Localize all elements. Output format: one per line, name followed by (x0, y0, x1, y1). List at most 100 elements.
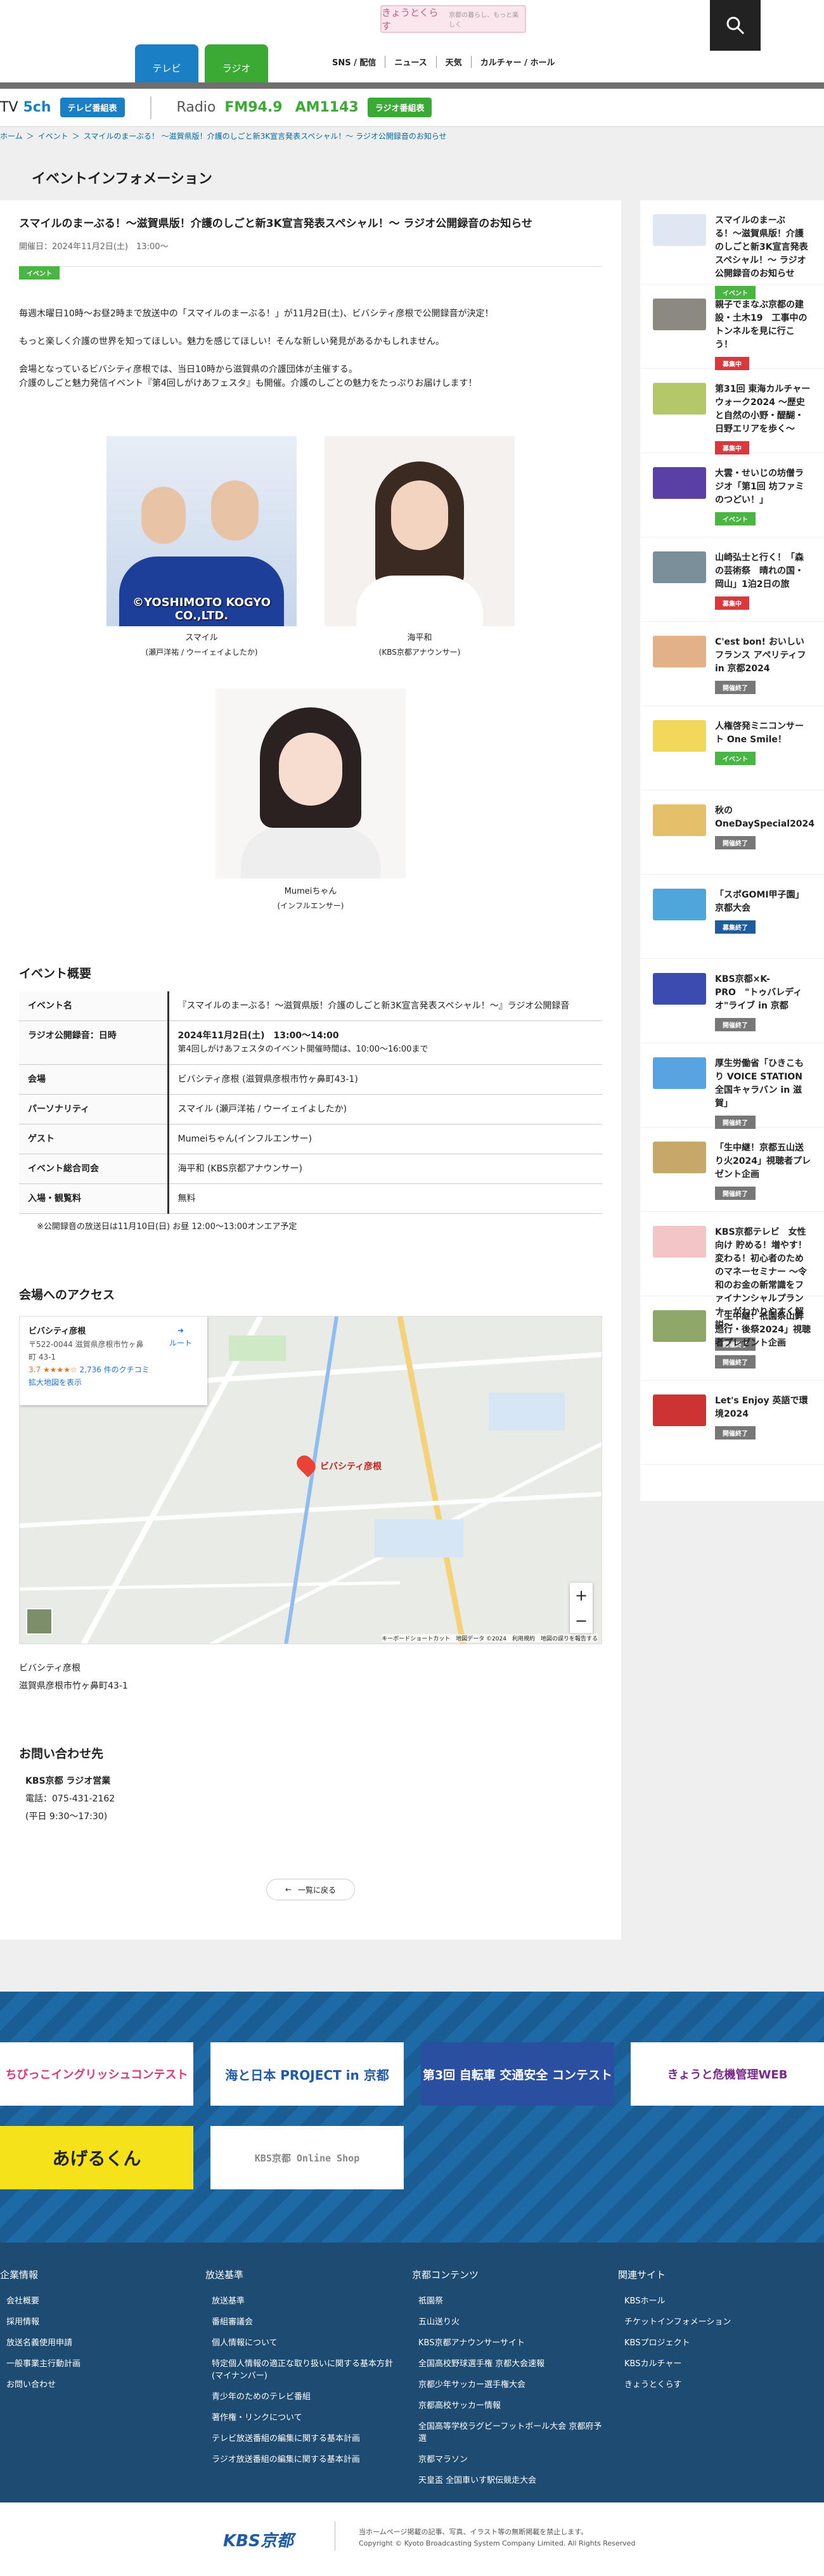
event-thumbnail (653, 299, 706, 330)
table-key: ラジオ公開録音：日時 (19, 1021, 169, 1065)
main-content: スマイルのまーぶる！〜滋賀県版！介護のしごと新3K宣言発表スペシャル！〜 ラジオ… (0, 200, 621, 1940)
sidebar-event-item[interactable]: Let's Enjoy 英語で環境2024 開催終了 (640, 1381, 824, 1465)
sidebar-event-item[interactable]: KBS京都テレビ 女性向け 貯める！増やす！変わる！初心者のためのマネーセミナー… (640, 1212, 824, 1351)
event-thumbnail (653, 1057, 706, 1089)
tab-radio[interactable]: ラジオ (205, 44, 268, 84)
map-address: 〒522-0044 滋賀県彦根市竹ヶ鼻町 43-1 (29, 1340, 144, 1362)
nav-news[interactable]: ニュース (385, 56, 435, 68)
nav-weather[interactable]: 天気 (435, 56, 471, 68)
nav-culture[interactable]: カルチャー / ホール (470, 56, 564, 68)
breadcrumb-current[interactable]: スマイルのまーぶる！ 〜滋賀県版！介護のしごと新3K宣言発表スペシャル！〜 ラジ… (84, 132, 447, 141)
footer-link[interactable]: 祇園祭 (418, 2294, 602, 2306)
footer-link[interactable]: お問い合わせ (6, 2378, 190, 2390)
map-layer-toggle[interactable] (26, 1608, 53, 1635)
banner-label: あげるくん (52, 2148, 141, 2169)
sidebar-event-item[interactable]: スマイルのまーぶる！〜滋賀県版！介護のしごと新3K宣言発表スペシャル！〜 ラジオ… (640, 200, 824, 299)
breadcrumb: ホーム＞イベント＞スマイルのまーぶる！ 〜滋賀県版！介護のしごと新3K宣言発表ス… (0, 131, 451, 141)
back-to-list-button[interactable]: ← 一覧に戻る (266, 1879, 355, 1900)
sidebar-event-item[interactable]: 人権啓発ミニコンサート One Smile！ イベント (640, 706, 824, 790)
footer-link[interactable]: KBSカルチャー (624, 2357, 808, 2369)
map-expand-link[interactable]: 拡大地図を表示 (29, 1376, 198, 1389)
banner-bike-safety[interactable]: 第3回 自転車 交通安全 コンテスト (421, 2042, 614, 2106)
article-date: 開催日：2024年11月2日(土) 13:00〜 (19, 242, 169, 252)
person-role: (インフルエンサー) (277, 901, 344, 910)
nav-sns[interactable]: SNS / 配信 (323, 56, 385, 68)
map-attribution: キーボードショートカット 地図データ ©2024 利用規約 地図の誤りを報告する (382, 1634, 598, 1642)
fm-frequency: FM94.9 (224, 100, 283, 115)
sidebar-event-item[interactable]: 「生中継！京都五山送り火2024」視聴者プレゼント企画 開催終了 (640, 1128, 824, 1212)
map-route-button[interactable]: ➜ ルート (169, 1324, 192, 1349)
access-heading: 会場へのアクセス (19, 1288, 115, 1302)
event-title: 「生中継！京都五山送り火2024」視聴者プレゼント企画 (715, 1143, 811, 1180)
footer-link[interactable]: 会社概要 (6, 2294, 190, 2306)
banner-online-shop[interactable]: KBS京都 Online Shop (210, 2126, 404, 2189)
top-nav: SNS / 配信 ニュース 天気 カルチャー / ホール (323, 56, 563, 68)
footer-link[interactable]: ラジオ放送番組の編集に関する基本計画 (212, 2452, 396, 2464)
radio-label: Radio (176, 100, 216, 115)
sidebar-event-item[interactable]: 大雲・せいじの坊僧ラジオ「第1回 坊ファミのつどい！」 イベント (640, 453, 824, 538)
tab-tv[interactable]: テレビ (135, 44, 198, 84)
footer-logo[interactable]: KBS京都 (223, 2528, 293, 2551)
footer-link[interactable]: 京都高校サッカー情報 (418, 2399, 602, 2411)
overview-table: イベント名 『スマイルのまーぶる！〜滋賀県版！介護のしごと新3K宣言発表スペシャル… (19, 991, 602, 1214)
footer-link[interactable]: 放送基準 (212, 2294, 396, 2306)
banner-agerukun[interactable]: あげるくん (0, 2126, 193, 2189)
banner-crisis-web[interactable]: きょうと危機管理WEB (631, 2042, 824, 2106)
contact-heading: お問い合わせ先 (19, 1747, 104, 1761)
map-zoom-controls[interactable]: + − (570, 1583, 593, 1633)
footer-link[interactable]: きょうとくらす (624, 2378, 808, 2390)
tv-guide-button[interactable]: テレビ番組表 (60, 98, 125, 117)
breadcrumb-home[interactable]: ホーム (0, 132, 23, 141)
sidebar-event-item[interactable]: 秋の OneDaySpecial2024 開催終了 (640, 790, 824, 875)
table-value: 2024年11月2日(土) 13:00〜14:00 (177, 1031, 339, 1041)
sidebar-event-item[interactable]: KBS京都×K-PRO "トゥバレディオ"ライブ in 京都 開催終了 (640, 959, 824, 1043)
banner-label: 海と日本 PROJECT in 京都 (225, 2067, 389, 2083)
site-logo[interactable]: きょうとくらす 京都の暮らし、もっと楽しく (380, 5, 526, 33)
footer-link[interactable]: 全国高等学校ラグビーフットボール大会 京都府予選 (418, 2419, 602, 2444)
map-embed[interactable]: ビバシティ彦根 〒522-0044 滋賀県彦根市竹ヶ鼻町 43-1 3.7 ★★… (19, 1316, 602, 1644)
banner-umi-japan[interactable]: 海と日本 PROJECT in 京都 (210, 2042, 404, 2106)
footer-link[interactable]: 青少年のためのテレビ番組 (212, 2390, 396, 2402)
event-thumbnail (653, 720, 706, 752)
sidebar-event-item[interactable]: C'est bon! おいしいフランス アペリティフ in 京都2024 開催終了 (640, 622, 824, 706)
footer-link[interactable]: テレビ放送番組の編集に関する基本計画 (212, 2431, 396, 2444)
sidebar-event-item[interactable]: 第31回 東海カルチャーウォーク2024 〜歴史と自然の小野・醍醐・日野エリアを… (640, 369, 824, 454)
footer-link[interactable]: 一般事業主行動計画 (6, 2357, 190, 2369)
footer-link[interactable]: 番組審議会 (212, 2315, 396, 2327)
breadcrumb-event[interactable]: イベント (38, 132, 68, 141)
zoom-in-icon[interactable]: + (570, 1583, 593, 1608)
sidebar-event-item[interactable]: 厚生労働省「ひきこもり VOICE STATION 全国キャラバン in 滋賀」… (640, 1043, 824, 1129)
radio-guide-button[interactable]: ラジオ番組表 (367, 98, 432, 117)
event-status-tag: イベント (715, 512, 756, 525)
table-value-note: 第4回しがけあフェスタのイベント開催時間は、10:00〜16:00まで (177, 1045, 428, 1054)
footer-link[interactable]: KBS京都アナウンサーサイト (418, 2336, 602, 2348)
footer-link[interactable]: 放送名義使用申請 (6, 2336, 190, 2348)
table-key: パーソナリティ (19, 1094, 169, 1124)
footer-link[interactable]: 全国高校野球選手権 京都大会速報 (418, 2357, 602, 2369)
sidebar: スマイルのまーぶる！〜滋賀県版！介護のしごと新3K宣言発表スペシャル！〜 ラジオ… (640, 200, 824, 1501)
banner-label: KBS京都 Online Shop (254, 2152, 360, 2164)
tv-channel: 5ch (23, 100, 51, 115)
footer-link[interactable]: 著作権・リンクについて (212, 2411, 396, 2423)
article-paragraph: 会場となっているビバシティ彦根では、当日10時から滋賀県の介護団体が主催する。 (19, 364, 357, 375)
banner-english-contest[interactable]: ちびっこイングリッシュコンテスト (0, 2042, 193, 2106)
sidebar-event-item[interactable]: 「スポGOMI甲子園」京都大会 募集終了 (640, 875, 824, 959)
footer-link[interactable]: 五山送り火 (418, 2315, 602, 2327)
footer-link[interactable]: チケットインフォメーション (624, 2315, 808, 2327)
footer-link[interactable]: 天皇盃 全国車いす駅伝競走大会 (418, 2473, 602, 2485)
footer-link[interactable]: KBSプロジェクト (624, 2336, 808, 2348)
footer-notice: 当ホームページ掲載の記事、写真、イラスト等の無断掲載を禁止します。 (359, 2528, 588, 2536)
event-thumbnail (653, 383, 706, 415)
overview-heading: イベント概要 (19, 967, 92, 981)
footer-link[interactable]: 個人情報について (212, 2336, 396, 2348)
footer-link[interactable]: 採用情報 (6, 2315, 190, 2327)
back-label: 一覧に戻る (298, 1885, 337, 1895)
sidebar-event-item[interactable]: 山崎弘士と行く！「森の芸術祭 晴れの国・岡山」1泊2日の旅 募集中 (640, 538, 824, 622)
footer-link[interactable]: 京都少年サッカー選手権大会 (418, 2378, 602, 2390)
search-button[interactable] (710, 0, 761, 51)
footer-link[interactable]: 特定個人情報の適正な取り扱いに関する基本方針(マイナンバー) (212, 2357, 396, 2381)
footer-link[interactable]: KBSホール (624, 2294, 808, 2306)
map-reviews-link[interactable]: 2,736 件のクチコミ (80, 1365, 150, 1374)
zoom-out-icon[interactable]: − (570, 1608, 593, 1633)
footer-link[interactable]: 京都マラソン (418, 2452, 602, 2464)
